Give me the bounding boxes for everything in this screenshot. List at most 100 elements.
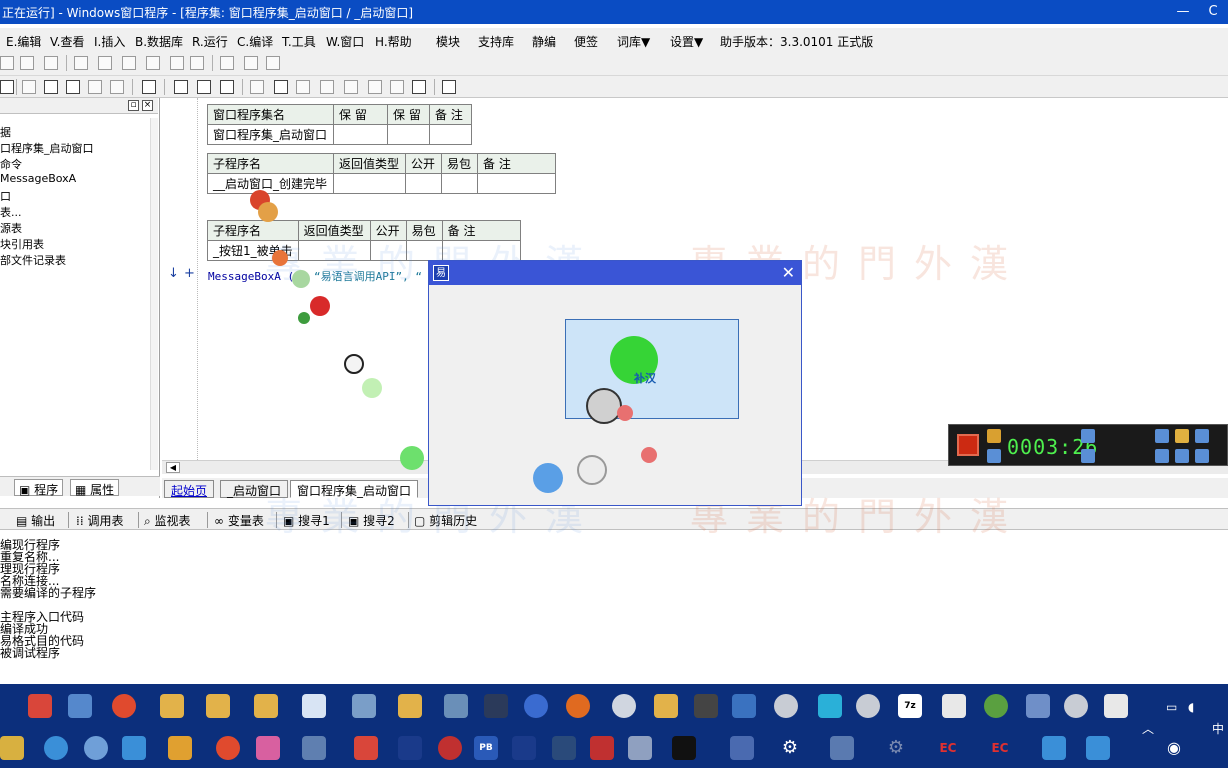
gear-icon[interactable] [1195,429,1209,443]
menu-settings[interactable]: 设置▼ [670,33,703,50]
run-to-cursor-icon[interactable] [368,80,382,94]
same-height-icon[interactable] [170,56,184,70]
tab-properties[interactable]: ▦ 属性 [70,479,120,497]
align-bottom-icon[interactable] [122,56,136,70]
tab-start-page[interactable]: 起始页 [164,480,215,498]
menu-help[interactable]: H.帮助 [375,33,412,50]
7zip-icon[interactable]: 7z [898,694,922,718]
webcam-icon[interactable] [1155,429,1169,443]
stop-icon[interactable] [274,80,288,94]
hand-icon[interactable] [412,80,426,94]
space-horizontal-icon[interactable] [220,56,234,70]
clock-icon[interactable] [987,429,1001,443]
table-cell[interactable] [387,124,430,145]
menu-module[interactable]: 模块 [436,33,460,50]
folder-icon[interactable] [654,694,678,718]
menu-notes[interactable]: 便签 [574,33,598,50]
folder-icon[interactable] [160,694,184,718]
tab-call-table[interactable]: ⁞⁞ 调用表 [76,512,123,529]
tree-item[interactable]: 块引用表 [0,236,44,252]
scroll-left-icon[interactable]: ◀ [166,462,180,473]
fullscreen-icon[interactable] [1175,449,1189,463]
app-icon[interactable] [612,694,636,718]
table-cell[interactable]: __启动窗口_创建完毕 [207,173,334,194]
redo-icon[interactable] [110,80,124,94]
app-icon[interactable] [856,694,880,718]
step-out-icon[interactable] [344,80,358,94]
app-icon[interactable] [628,736,652,760]
app-icon[interactable] [1086,736,1110,760]
gear-icon[interactable]: ⚙ [778,736,802,760]
window-icon[interactable] [1195,449,1209,463]
menu-static-compile[interactable]: 静编 [532,33,556,50]
menu-tools[interactable]: T.工具 [282,33,316,50]
step-into-icon[interactable] [296,80,310,94]
layout-2-icon[interactable] [197,80,211,94]
atom-icon[interactable] [84,736,108,760]
copy-icon[interactable] [44,80,58,94]
app-icon[interactable] [1026,694,1050,718]
cut-icon[interactable] [22,80,36,94]
panel-scrollbar[interactable] [150,118,158,470]
folder-icon[interactable] [206,694,230,718]
ec-icon[interactable]: EC [936,736,960,760]
tree-item[interactable]: 命令 [0,156,22,172]
menu-view[interactable]: V.查看 [50,33,84,50]
tree-item[interactable]: 口 [0,188,11,204]
settings-app-icon[interactable] [352,694,376,718]
tab-program[interactable]: ▣ 程序 [14,479,64,497]
record-icon[interactable]: ◉ [1162,736,1186,760]
panel-restore-icon[interactable]: ▫ [128,100,139,111]
app-icon[interactable] [168,736,192,760]
app-icon[interactable] [524,694,548,718]
breakpoint-icon[interactable] [390,80,404,94]
app-icon[interactable] [122,736,146,760]
speaker-icon[interactable] [1081,429,1095,443]
tray-chevron-icon[interactable]: ︿ [1142,720,1154,737]
chrome-icon[interactable] [112,694,136,718]
layout-1-icon[interactable] [174,80,188,94]
tree-item[interactable]: 源表 [0,220,22,236]
tree-item[interactable]: MessageBoxA [0,172,76,185]
ime-indicator[interactable]: 中 [1212,720,1224,737]
app-icon[interactable] [256,736,280,760]
window-control-button[interactable]: C [1198,2,1228,22]
app-icon[interactable] [774,694,798,718]
powerbuilder-icon[interactable]: PB [474,736,498,760]
space-vertical-icon[interactable] [244,56,258,70]
menu-insert[interactable]: I.插入 [94,33,125,50]
save-icon[interactable] [0,80,14,94]
tree-item[interactable]: 口程序集_启动窗口 [0,140,94,156]
gear-icon[interactable]: ⚙ [884,736,908,760]
notepad-icon[interactable] [818,694,842,718]
search-tool-icon[interactable] [444,694,468,718]
app-icon[interactable] [942,694,966,718]
network-icon[interactable]: ▭ [1166,700,1177,714]
search-icon[interactable] [566,694,590,718]
step-over-icon[interactable] [320,80,334,94]
app-icon[interactable] [590,736,614,760]
globe-icon[interactable] [984,694,1008,718]
demo-panel[interactable]: 补汉 [565,319,739,424]
menu-window[interactable]: W.窗口 [326,33,364,50]
app-icon[interactable] [398,736,422,760]
align-center-icon[interactable] [20,56,34,70]
app-icon[interactable] [694,694,718,718]
microphone-icon[interactable] [1081,449,1095,463]
app-icon[interactable] [830,736,854,760]
app-icon[interactable] [0,736,24,760]
align-left-icon[interactable] [0,56,14,70]
table-cell[interactable] [333,124,388,145]
app-icon[interactable] [302,736,326,760]
app-icon[interactable] [354,736,378,760]
menu-word-lib[interactable]: 词库▼ [617,33,650,50]
table-cell[interactable] [429,124,472,145]
app-icon[interactable] [438,736,462,760]
menu-database[interactable]: B.数据库 [135,33,183,50]
monitor-icon[interactable] [484,694,508,718]
app-icon[interactable] [44,736,68,760]
folder-icon[interactable] [254,694,278,718]
ec-icon[interactable]: EC [988,736,1012,760]
folder-icon[interactable] [398,694,422,718]
table-cell[interactable] [477,173,556,194]
